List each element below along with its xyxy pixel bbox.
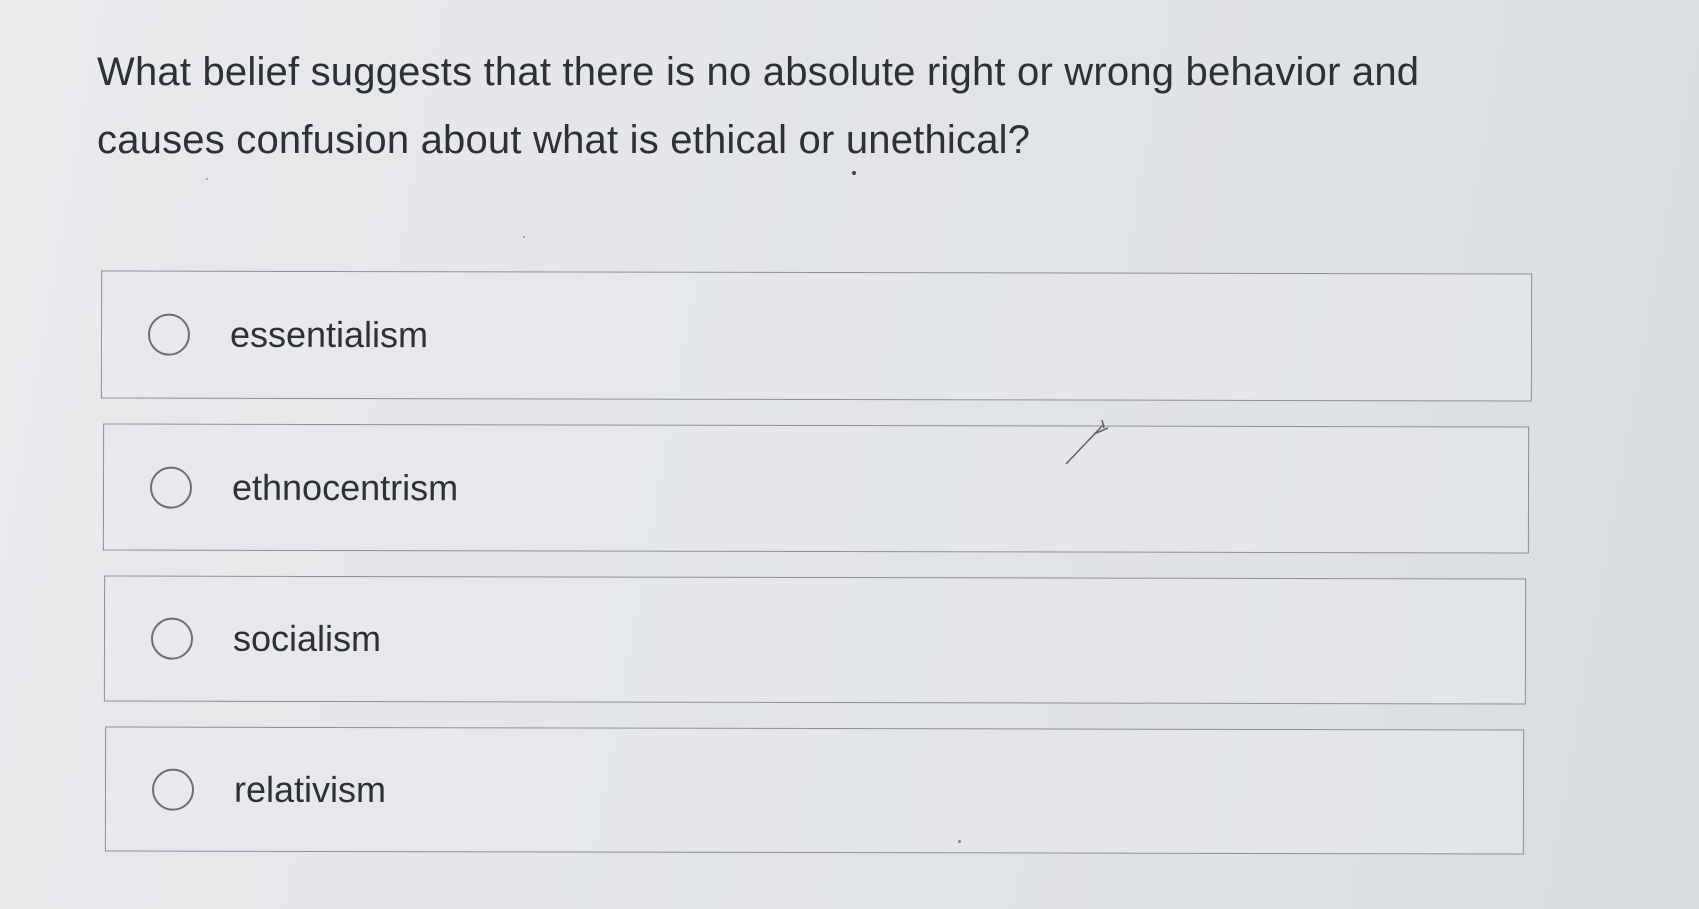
- answer-option-label: essentialism: [229, 313, 429, 356]
- answer-option-essentialism[interactable]: essentialism: [100, 270, 1533, 402]
- screen-dust-speck: [852, 171, 856, 175]
- answer-options: essentialism ethnocentrism socialism rel…: [0, 0, 1699, 909]
- screen-dust-speck: [958, 840, 961, 843]
- answer-option-label: socialism: [232, 617, 382, 660]
- screen-dust-speck: [523, 236, 525, 238]
- screen-dust-speck: [206, 178, 208, 180]
- radio-button-icon[interactable]: [149, 466, 193, 509]
- quiz-screen: What belief suggests that there is no ab…: [0, 0, 1699, 909]
- answer-option-label: ethnocentrism: [231, 466, 459, 508]
- radio-button-icon[interactable]: [150, 617, 194, 660]
- radio-button-icon[interactable]: [147, 313, 191, 356]
- radio-button-icon[interactable]: [151, 768, 195, 811]
- screen-scratch-mark: [1065, 419, 1109, 465]
- answer-option-relativism[interactable]: relativism: [104, 726, 1525, 855]
- answer-option-label: relativism: [233, 768, 387, 810]
- answer-option-socialism[interactable]: socialism: [103, 575, 1527, 705]
- answer-option-ethnocentrism[interactable]: ethnocentrism: [102, 423, 1530, 554]
